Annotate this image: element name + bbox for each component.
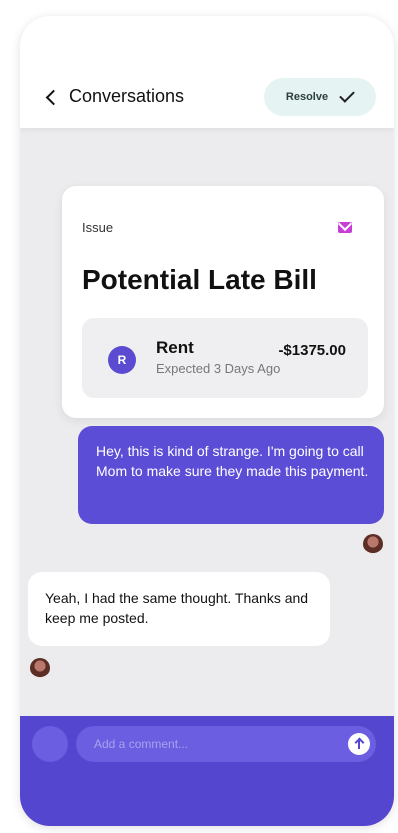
bill-summary[interactable]: R Rent -$1375.00 Expected 3 Days Ago: [82, 318, 368, 398]
mail-icon: [338, 222, 352, 233]
comment-input[interactable]: Add a comment...: [76, 726, 376, 762]
sender-avatar: [363, 534, 383, 554]
bill-amount: -$1375.00: [278, 342, 346, 359]
chevron-left-icon: [45, 89, 62, 105]
bill-due-status: Expected 3 Days Ago: [156, 361, 281, 376]
bill-name: Rent: [156, 338, 194, 357]
outgoing-message: Hey, this is kind of strange. I'm going …: [78, 426, 384, 524]
phone-frame: Conversations Resolve Issue Potential La…: [20, 16, 394, 826]
comment-placeholder: Add a comment...: [94, 737, 189, 751]
issue-card: Issue Potential Late Bill R Rent -$1375.…: [62, 186, 384, 418]
user-avatar: [32, 726, 68, 762]
receiver-avatar: [30, 658, 50, 678]
back-label: Conversations: [69, 86, 185, 106]
checkmark-icon: [339, 87, 355, 103]
resolve-label: Resolve: [285, 91, 329, 103]
issue-label: Issue: [82, 220, 114, 235]
incoming-message: Yeah, I had the same thought. Thanks and…: [28, 572, 330, 646]
back-button[interactable]: Conversations: [45, 86, 185, 107]
top-bar: Conversations Resolve: [20, 16, 394, 128]
resolve-button[interactable]: Resolve: [264, 78, 376, 116]
issue-title: Potential Late Bill: [82, 264, 317, 295]
send-arrow-icon[interactable]: [348, 733, 370, 755]
bill-avatar: R: [108, 346, 136, 374]
comment-composer: Add a comment...: [20, 716, 394, 826]
